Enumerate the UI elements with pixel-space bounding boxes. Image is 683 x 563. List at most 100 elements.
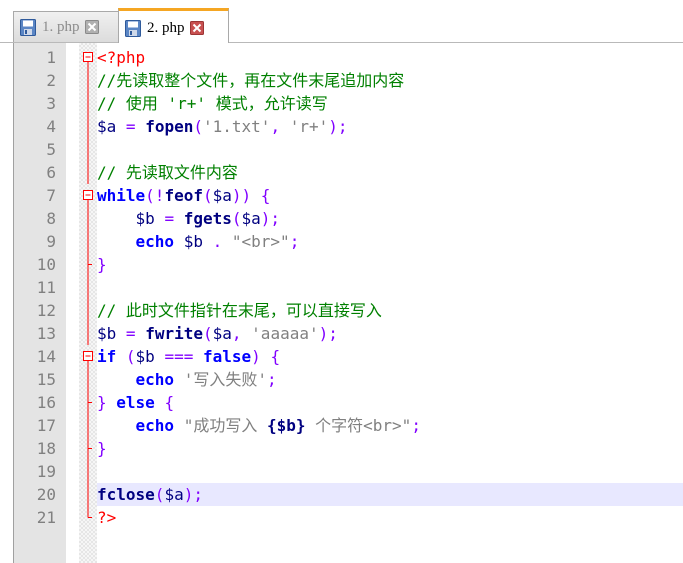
code-line[interactable]: 2 //先读取整个文件，再在文件末尾追加内容	[13, 69, 683, 92]
fold-guide-icon	[79, 69, 97, 92]
code-line[interactable]: 16} else {	[13, 391, 683, 414]
code-token-op: ;	[411, 416, 421, 435]
code-text: echo "成功写入 {$b} 个字符<br>";	[97, 414, 421, 437]
code-token-str: '1.txt'	[203, 117, 271, 136]
fold-guide-icon	[79, 299, 97, 322]
fold-collapse-icon[interactable]	[79, 184, 97, 207]
code-token-func: fclose	[97, 485, 155, 504]
code-token-str: "<br>"	[231, 232, 290, 251]
close-icon[interactable]	[84, 20, 99, 34]
code-line[interactable]: 9 echo $b . "<br>";	[13, 230, 683, 253]
code-token-str: 'r+'	[289, 117, 329, 136]
tab-label: 2. php	[147, 19, 185, 36]
code-token-op: }	[97, 439, 107, 458]
line-number: 2	[46, 71, 56, 90]
code-token-op: }	[97, 255, 107, 274]
code-text: $b = fgets($a);	[97, 207, 281, 230]
code-line[interactable]: 5	[13, 138, 683, 161]
code-token-op: ))	[231, 186, 252, 205]
line-number: 21	[36, 508, 56, 527]
code-text: }	[97, 253, 107, 276]
code-token-phptag: <?php	[97, 48, 146, 67]
code-line[interactable]: 4 $a = fopen('1.txt', 'r+');	[13, 115, 683, 138]
code-token-var: $a	[212, 324, 232, 343]
fold-guide-icon	[79, 230, 97, 253]
line-number: 19	[36, 462, 56, 481]
line-number: 14	[36, 347, 56, 366]
code-line[interactable]: 19	[13, 460, 683, 483]
code-token-var: $a	[241, 209, 261, 228]
code-token-op: =	[164, 209, 175, 228]
line-highlight	[97, 460, 683, 483]
code-token-kw: while	[97, 186, 146, 205]
code-line[interactable]: 17 echo "成功写入 {$b} 个字符<br>";	[13, 414, 683, 437]
fold-guide-icon	[79, 414, 97, 437]
code-text: fclose($a);	[97, 483, 203, 506]
code-token-op: ,	[231, 324, 242, 343]
code-token-op: );	[328, 117, 348, 136]
code-token-func: feof	[164, 186, 203, 205]
code-lines: 1 <?php 2 //先读取整个文件，再在文件末尾追加内容 3 // 使用 'r+' 模…	[13, 46, 683, 529]
code-line[interactable]: 8 $b = fgets($a);	[13, 207, 683, 230]
tab-2-php[interactable]: 2. php	[118, 8, 229, 45]
code-token-op: .	[212, 232, 223, 251]
code-line[interactable]: 15 echo '写入失败';	[13, 368, 683, 391]
code-token-kw: echo	[135, 370, 175, 389]
code-line[interactable]: 18}	[13, 437, 683, 460]
tab-bar: 1. php 2. php	[0, 0, 683, 45]
code-token-str: 个字符<br>"	[305, 416, 412, 435]
editor-window: 1. php 2. php 1 <?php 2 //先读取整个文件，再在文件末尾…	[0, 0, 683, 563]
fold-guide-icon	[79, 368, 97, 391]
code-text: while(!feof($a)) {	[97, 184, 270, 207]
code-line[interactable]: 6 // 先读取文件内容	[13, 161, 683, 184]
fold-collapse-icon[interactable]	[79, 46, 97, 69]
code-text: ?>	[97, 506, 116, 529]
line-number: 15	[36, 370, 56, 389]
code-token-func: fwrite	[145, 324, 203, 343]
line-number: 6	[46, 163, 56, 182]
close-icon[interactable]	[189, 21, 204, 35]
code-line[interactable]: 14 if ($b === false) {	[13, 345, 683, 368]
code-line[interactable]: 3 // 使用 'r+' 模式，允许读写	[13, 92, 683, 115]
code-token-var: $a	[164, 485, 184, 504]
code-token-op: );	[318, 324, 338, 343]
fold-guide-icon	[79, 276, 97, 299]
code-line[interactable]: 1 <?php	[13, 46, 683, 69]
code-line[interactable]: 7 while(!feof($a)) {	[13, 184, 683, 207]
tab-1-php[interactable]: 1. php	[13, 11, 119, 42]
code-line[interactable]: 12 // 此时文件指针在末尾，可以直接写入	[13, 299, 683, 322]
fold-guide-icon	[79, 391, 97, 414]
line-highlight	[97, 506, 683, 529]
code-token-comment: //先读取整个文件，再在文件末尾追加内容	[97, 71, 405, 90]
code-line[interactable]: 21 ?>	[13, 506, 683, 529]
code-line[interactable]: 10}	[13, 253, 683, 276]
code-line[interactable]: 20 fclose($a);	[13, 483, 683, 506]
fold-guide-icon	[79, 506, 97, 529]
code-line[interactable]: 13 $b = fwrite($a, 'aaaaa');	[13, 322, 683, 345]
code-token-op: );	[260, 209, 281, 228]
fold-collapse-icon[interactable]	[79, 345, 97, 368]
code-editor[interactable]: 1 <?php 2 //先读取整个文件，再在文件末尾追加内容 3 // 使用 'r+' 模…	[13, 43, 683, 563]
line-number: 17	[36, 416, 56, 435]
code-token-op: ===	[164, 347, 194, 366]
code-token-kw: if	[97, 347, 117, 366]
code-token-var: $b	[183, 232, 203, 251]
code-text: // 先读取文件内容	[97, 161, 238, 184]
code-line[interactable]: 11	[13, 276, 683, 299]
line-number: 16	[36, 393, 56, 412]
code-token-var: $b	[135, 209, 155, 228]
line-number: 10	[36, 255, 56, 274]
tab-label: 1. php	[42, 18, 80, 35]
code-token-op: (!	[145, 186, 165, 205]
code-text: //先读取整个文件，再在文件末尾追加内容	[97, 69, 404, 92]
